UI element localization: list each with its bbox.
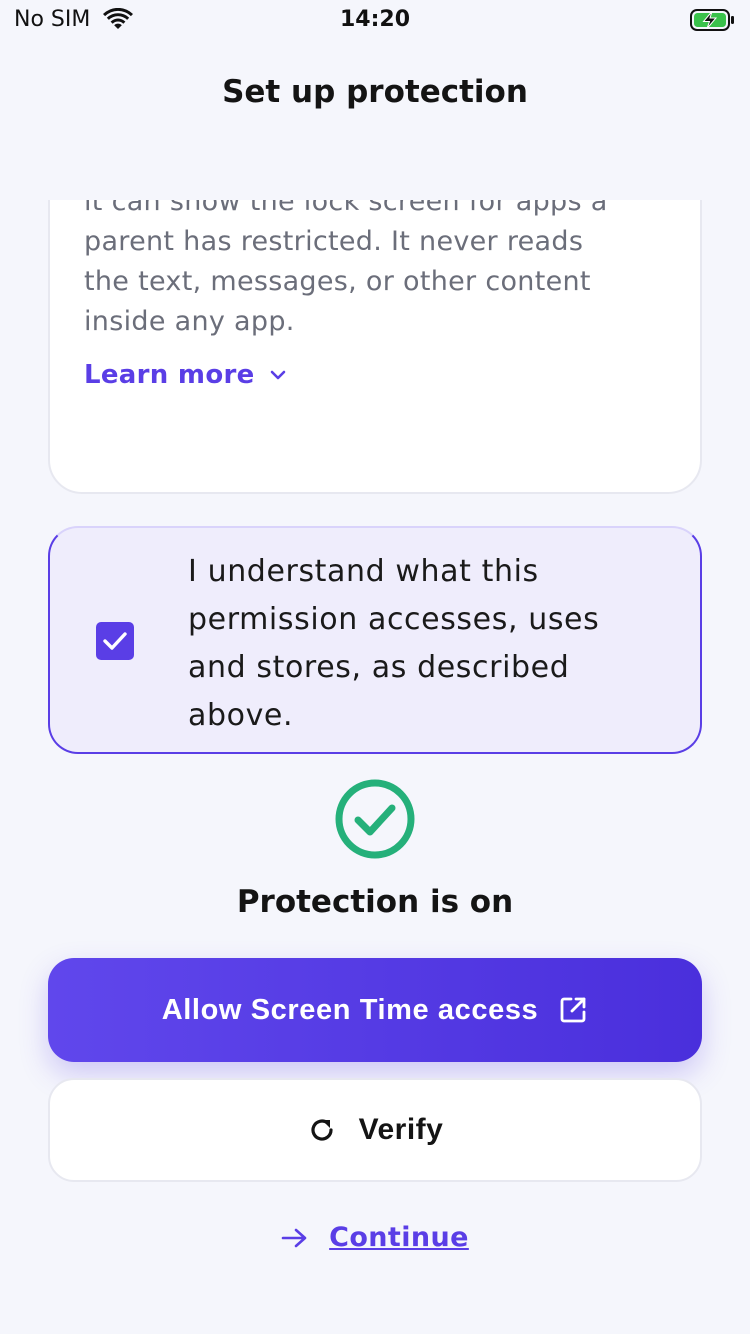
battery-charging-icon <box>690 8 736 36</box>
continue-label: Continue <box>329 1222 469 1253</box>
consent-label: I understand what this permission access… <box>188 554 600 733</box>
verify-label: Verify <box>358 1113 444 1146</box>
external-link-icon <box>560 997 586 1023</box>
page-title: Set up protection <box>222 74 528 110</box>
arrow-right-icon <box>281 1228 307 1247</box>
consent-checkbox[interactable] <box>96 622 134 660</box>
continue-link[interactable]: Continue <box>0 1222 750 1253</box>
status-time: 14:20 <box>339 7 411 32</box>
check-circle-icon <box>334 778 416 864</box>
allow-screen-time-label: Allow Screen Time access <box>161 993 539 1026</box>
status-bar: No SIM 14:20 <box>0 0 750 42</box>
learn-more-toggle[interactable]: Learn more <box>84 360 287 390</box>
refresh-icon <box>311 1119 333 1141</box>
learn-more-label: Learn more <box>84 360 255 390</box>
permission-description: Time (Family Controls) permission so it … <box>84 200 608 337</box>
info-card-viewport[interactable]: Time (Family Controls) permission so it … <box>48 200 702 496</box>
permission-info-card: Time (Family Controls) permission so it … <box>48 200 702 494</box>
verify-button[interactable]: Verify <box>48 1078 702 1182</box>
allow-screen-time-button[interactable]: Allow Screen Time access <box>48 958 702 1062</box>
consent-card[interactable]: I understand what this permission access… <box>48 526 702 754</box>
protection-status: Protection is on <box>236 884 514 920</box>
chevron-down-icon <box>270 370 285 380</box>
setup-protection-screen: No SIM 14:20 Set up protection Time (Fam… <box>0 0 750 1334</box>
checkmark-icon <box>103 632 127 650</box>
